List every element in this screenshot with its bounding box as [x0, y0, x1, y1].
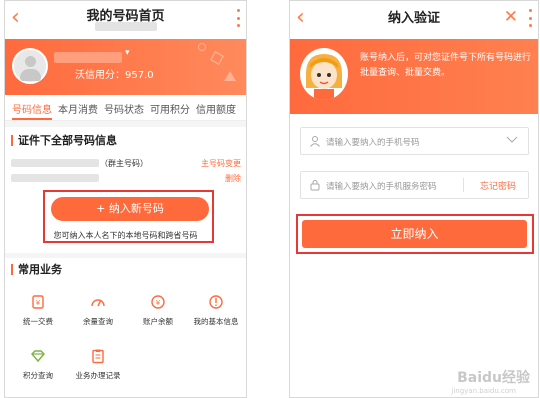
masked-user-name — [54, 52, 122, 63]
top-bar: ‹ 我的号码首页 — [5, 1, 246, 39]
service-label: 账户余额 — [143, 317, 173, 326]
service-label: 积分查询 — [23, 371, 53, 380]
close-icon[interactable]: ✕ — [504, 6, 518, 28]
service-account-balance[interactable]: ¥ 账户余额 — [128, 294, 188, 327]
service-usage-query[interactable]: 余量查询 — [68, 294, 128, 327]
points-icon — [31, 350, 45, 363]
top-bar: ‹ 纳入验证 ✕ — [290, 1, 538, 39]
more-menu-icon[interactable] — [236, 9, 240, 27]
phone-number-field[interactable]: 请输入要纳入的手机号码 — [300, 127, 529, 155]
service-label: 我的基本信息 — [193, 317, 239, 326]
tab-credit-limit[interactable]: 信用额度 — [193, 95, 239, 120]
credit-score: 沃信用分：957.0 — [75, 70, 154, 81]
primary-number-tag: （群主号码） — [100, 159, 148, 168]
common-services: 常用业务 ¥ 统一交费 余量查询 ¥ 账户余额 我的基本信息 积分查询 业务办理… — [5, 258, 246, 397]
service-points-query[interactable]: 积分查询 — [8, 348, 68, 381]
decor-triangle-icon — [224, 71, 236, 81]
caret-down-icon[interactable]: ▾ — [125, 48, 130, 58]
service-basic-info[interactable]: 我的基本信息 — [186, 294, 246, 327]
masked-phone-number — [94, 22, 157, 31]
service-unified-payment[interactable]: ¥ 统一交费 — [8, 294, 68, 327]
record-icon — [92, 349, 104, 364]
chevron-down-icon[interactable] — [506, 133, 518, 145]
tab-monthly-spend[interactable]: 本月消费 — [55, 95, 101, 120]
avatar[interactable] — [12, 48, 48, 84]
watermark-url: jingyan.baidu.com — [451, 387, 516, 395]
svg-text:¥: ¥ — [156, 299, 161, 307]
user-icon — [310, 136, 320, 147]
join-info-banner: 账号纳入后，可对您证件号下所有号码进行批量查询、批量交费。 — [290, 39, 538, 114]
service-label: 统一交费 — [23, 317, 53, 326]
tab-number-status[interactable]: 号码状态 — [101, 95, 147, 120]
highlight-box — [296, 214, 534, 254]
masked-number-1 — [11, 159, 99, 167]
mascot-image — [300, 48, 348, 100]
decor-circle-icon — [198, 43, 206, 51]
lock-icon — [310, 180, 320, 191]
password-placeholder: 请输入要纳入的手机服务密码 — [326, 182, 437, 192]
add-number-hint: 您可纳入本人名下的本地号码和跨省号码 — [53, 231, 198, 240]
delete-link[interactable]: 删除 — [225, 173, 241, 184]
svg-text:¥: ¥ — [36, 299, 41, 307]
banner-description: 账号纳入后，可对您证件号下所有号码进行批量查询、批量交费。 — [360, 53, 532, 78]
divider — [463, 178, 464, 192]
service-password-field[interactable]: 请输入要纳入的手机服务密码 忘记密码 — [300, 171, 529, 199]
masked-number-2 — [11, 174, 99, 182]
more-menu-icon[interactable] — [528, 9, 532, 27]
decor-square-icon — [210, 51, 224, 65]
my-number-home-screen: ‹ 我的号码首页 ▾ 沃信用分：957.0 号码信息 本月消费 号码状态 可用积… — [4, 0, 247, 398]
watermark-text: Baidu经验 — [457, 370, 530, 386]
page-title: 纳入验证 — [387, 11, 440, 26]
service-label: 余量查询 — [83, 317, 113, 326]
join-form: 请输入要纳入的手机号码 请输入要纳入的手机服务密码 忘记密码 — [290, 114, 538, 397]
section-title-numbers: 证件下全部号码信息 — [11, 135, 117, 146]
change-main-number-link[interactable]: 主号码变更 — [201, 158, 241, 169]
forgot-password-link[interactable]: 忘记密码 — [480, 179, 516, 192]
info-icon — [209, 295, 223, 309]
usage-icon — [91, 299, 105, 307]
payment-icon: ¥ — [32, 295, 44, 309]
service-label: 业务办理记录 — [75, 371, 121, 380]
tab-number-info[interactable]: 号码信息 — [9, 95, 55, 120]
service-business-records[interactable]: 业务办理记录 — [68, 348, 128, 381]
profile-header: ▾ 沃信用分：957.0 — [5, 39, 246, 95]
balance-icon: ¥ — [151, 295, 165, 309]
section-title-services: 常用业务 — [11, 264, 62, 275]
join-verification-screen: ‹ 纳入验证 ✕ 账号纳入后，可对您证件号下所有号码进行批量查询、批量交费。 请… — [289, 0, 539, 398]
tab-available-points[interactable]: 可用积分 — [147, 95, 193, 120]
info-tabs: 号码信息 本月消费 号码状态 可用积分 信用额度 — [5, 95, 246, 121]
phone-number-placeholder: 请输入要纳入的手机号码 — [326, 138, 420, 148]
